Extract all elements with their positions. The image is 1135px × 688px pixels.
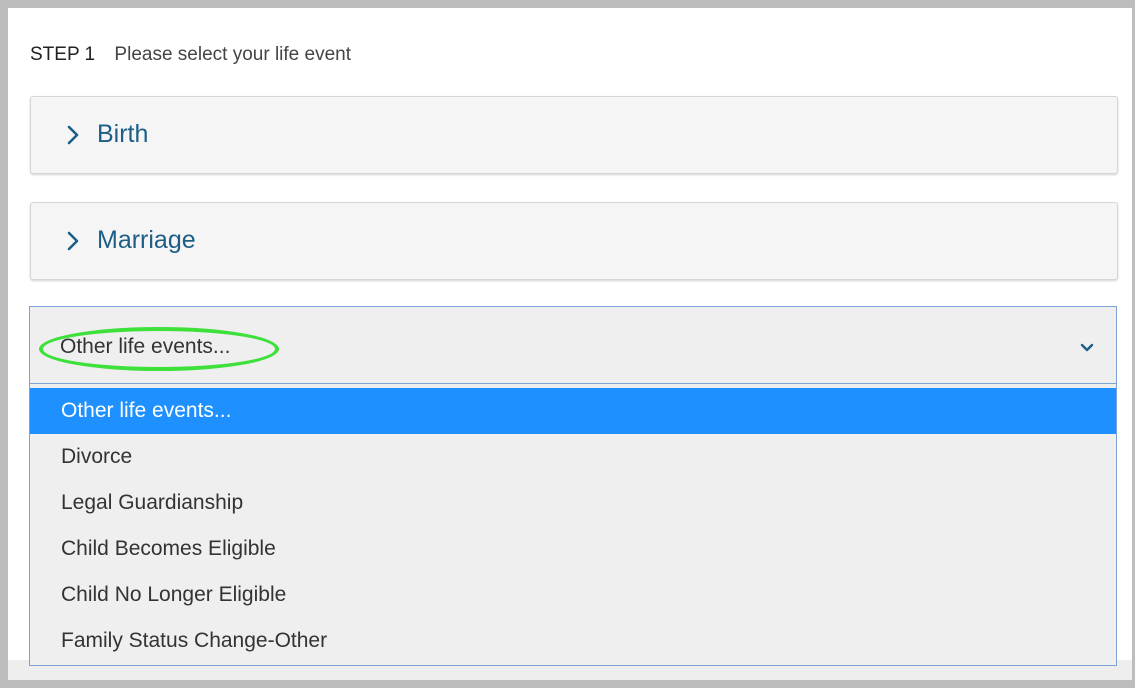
dropdown-option-child-becomes-eligible[interactable]: Child Becomes Eligible (30, 526, 1116, 572)
accordion-birth[interactable]: Birth (30, 96, 1118, 174)
step-instruction: Please select your life event (114, 44, 351, 65)
life-event-panel: STEP 1 Please select your life event Bir… (8, 8, 1132, 680)
life-events-dropdown-list: Other life events... Divorce Legal Guard… (29, 384, 1117, 666)
step-heading: STEP 1 Please select your life event (30, 44, 351, 66)
step-number: STEP 1 (30, 44, 96, 65)
other-life-events-select[interactable]: Other life events... (29, 306, 1117, 384)
chevron-down-icon (1080, 340, 1094, 352)
accordion-marriage[interactable]: Marriage (30, 202, 1118, 280)
chevron-right-icon (61, 229, 85, 253)
accordion-label-marriage: Marriage (97, 226, 196, 254)
accordion-label-birth: Birth (97, 120, 149, 148)
dropdown-option-divorce[interactable]: Divorce (30, 434, 1116, 480)
chevron-right-icon (61, 123, 85, 147)
dropdown-option-child-no-longer-eligible[interactable]: Child No Longer Eligible (30, 572, 1116, 618)
select-current-value: Other life events... (60, 335, 231, 358)
dropdown-option-other-life-events[interactable]: Other life events... (30, 388, 1116, 434)
dropdown-option-legal-guardianship[interactable]: Legal Guardianship (30, 480, 1116, 526)
dropdown-option-family-status-change-other[interactable]: Family Status Change-Other (30, 618, 1116, 664)
